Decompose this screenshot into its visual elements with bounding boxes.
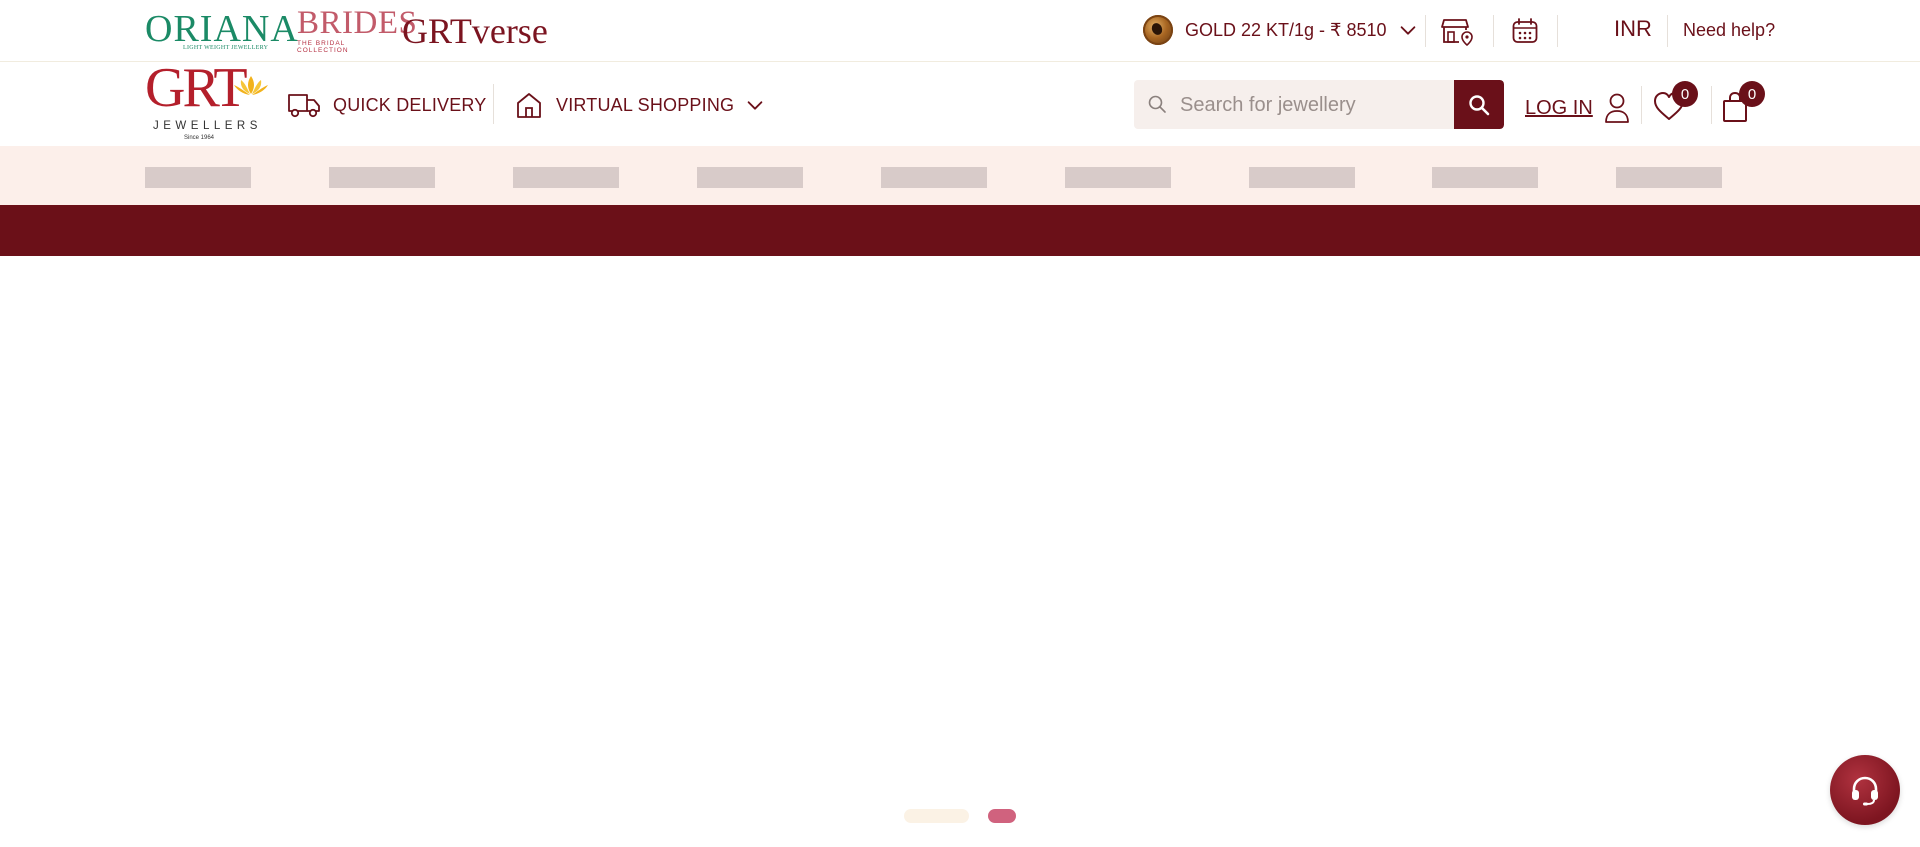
headset-icon: [1852, 776, 1878, 806]
brides-brand-link[interactable]: BRIDES THE BRIDAL COLLECTION: [297, 0, 418, 61]
category-skeleton: [881, 167, 987, 188]
category-skeleton: [145, 167, 251, 188]
divider: [1711, 86, 1712, 124]
grt-jewellers-logo[interactable]: GRT JEWELLERS Since 1964: [145, 57, 270, 146]
search-icon: [1148, 95, 1166, 113]
gold-rate-dropdown[interactable]: GOLD 22 KT/1g - ₹ 8510: [1143, 14, 1419, 46]
category-skeleton: [1065, 167, 1171, 188]
gold-rate-text: GOLD 22 KT/1g - ₹ 8510: [1185, 19, 1387, 40]
logo-since: Since 1964: [184, 135, 215, 141]
cart-button[interactable]: 0: [1719, 81, 1765, 126]
book-appointment-button[interactable]: [1507, 15, 1543, 47]
gold-coin-icon: [1143, 15, 1173, 45]
divider: [493, 84, 494, 124]
search-bar: [1134, 80, 1504, 129]
search-icon: [1469, 94, 1490, 115]
category-menu-loading: [0, 146, 1920, 205]
carousel-dot-2-active[interactable]: [988, 809, 1016, 823]
support-chat-button[interactable]: [1830, 755, 1900, 825]
category-skeleton: [1616, 167, 1722, 188]
grtverse-brand-link[interactable]: GRTverse: [402, 0, 548, 61]
store-locator-button[interactable]: [1440, 15, 1476, 47]
virtual-shopping-label: VIRTUAL SHOPPING: [556, 94, 735, 115]
divider: [1425, 15, 1426, 47]
divider: [1641, 86, 1642, 124]
category-skeleton: [697, 167, 803, 188]
grtverse-logo-text: GRTverse: [402, 10, 548, 51]
divider: [1557, 15, 1558, 47]
oriana-brand-link[interactable]: ORIANA LIGHT WEIGHT JEWELLERY: [145, 0, 299, 61]
virtual-shopping-dropdown[interactable]: VIRTUAL SHOPPING: [514, 88, 766, 122]
carousel-dot-1[interactable]: [904, 809, 969, 823]
login-button[interactable]: LOG IN: [1525, 92, 1631, 124]
hero-carousel: [0, 256, 1920, 847]
oriana-logo-text: ORIANA: [145, 7, 299, 50]
login-label: LOG IN: [1525, 96, 1593, 119]
divider: [1667, 15, 1668, 47]
search-input[interactable]: [1178, 80, 1452, 129]
category-skeleton: [329, 167, 435, 188]
logo-grt-text: GRT: [145, 57, 248, 119]
cart-count-badge: 0: [1739, 81, 1765, 107]
wishlist-button[interactable]: 0: [1652, 81, 1698, 126]
delivery-truck-icon: [288, 94, 320, 118]
chevron-down-icon: [747, 101, 763, 110]
brides-logo-text: BRIDES: [297, 5, 418, 41]
home-icon: [517, 93, 541, 118]
user-icon: [1604, 93, 1629, 123]
store-location-icon: [1441, 19, 1473, 46]
logo-subtitle: JEWELLERS: [153, 120, 262, 132]
quick-delivery-label: QUICK DELIVERY: [333, 94, 487, 115]
currency-selector[interactable]: INR: [1614, 16, 1652, 42]
category-skeleton: [1249, 167, 1355, 188]
brides-tagline: THE BRIDAL COLLECTION: [297, 40, 349, 54]
need-help-link[interactable]: Need help?: [1683, 20, 1775, 41]
category-skeleton: [513, 167, 619, 188]
chevron-down-icon: [1400, 26, 1415, 35]
oriana-tagline: LIGHT WEIGHT JEWELLERY: [183, 44, 269, 51]
divider: [1493, 15, 1494, 47]
search-button[interactable]: [1454, 80, 1504, 129]
top-bar: ORIANA LIGHT WEIGHT JEWELLERY BRIDES THE…: [0, 0, 1920, 62]
wishlist-count-badge: 0: [1672, 81, 1698, 107]
calendar-icon: [1512, 18, 1538, 43]
announcement-strip: [0, 205, 1920, 256]
quick-delivery-link[interactable]: QUICK DELIVERY: [287, 88, 487, 122]
lotus-icon: [234, 76, 268, 95]
category-skeleton: [1432, 167, 1538, 188]
